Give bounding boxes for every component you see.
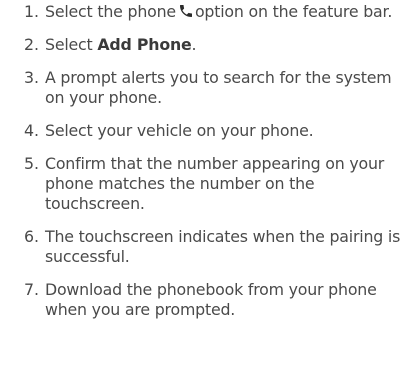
step-text: Select Add Phone. bbox=[45, 35, 401, 55]
step-number: 7. bbox=[24, 280, 40, 299]
phone-icon bbox=[179, 5, 192, 17]
step-6: 6. The touchscreen indicates when the pa… bbox=[0, 227, 401, 267]
step-2: 2. Select Add Phone. bbox=[0, 35, 401, 55]
step-number: 4. bbox=[24, 121, 40, 140]
step-7: 7. Download the phonebook from your phon… bbox=[0, 280, 401, 320]
step-text: Download the phonebook from your phone w… bbox=[45, 280, 377, 319]
step-number: 2. bbox=[24, 35, 40, 54]
step-3: 3. A prompt alerts you to search for the… bbox=[0, 68, 401, 108]
step-text-suffix: . bbox=[191, 35, 197, 54]
step-text-after-icon: option on the feature bar. bbox=[194, 2, 393, 21]
step-5: 5. Confirm that the number appearing on … bbox=[0, 154, 401, 214]
step-text-prefix: Select bbox=[45, 35, 98, 54]
step-number: 3. bbox=[24, 68, 40, 87]
step-text: The touchscreen indicates when the pairi… bbox=[45, 227, 401, 266]
step-text: A prompt alerts you to search for the sy… bbox=[45, 68, 392, 107]
step-4: 4. Select your vehicle on your phone. bbox=[0, 121, 401, 141]
step-number: 5. bbox=[24, 154, 40, 173]
step-1: 1. Select the phone option on the feature… bbox=[0, 2, 401, 22]
add-phone-label: Add Phone bbox=[97, 35, 192, 54]
step-text: Select the phone option on the feature ba… bbox=[45, 2, 401, 22]
step-text: Confirm that the number appearing on you… bbox=[45, 154, 385, 213]
instruction-steps: 1. Select the phone option on the feature… bbox=[0, 2, 407, 320]
step-number: 1. bbox=[24, 2, 40, 21]
step-text-before-icon: Select the phone bbox=[45, 2, 176, 21]
step-number: 6. bbox=[24, 227, 40, 246]
step-text: Select your vehicle on your phone. bbox=[45, 121, 314, 140]
